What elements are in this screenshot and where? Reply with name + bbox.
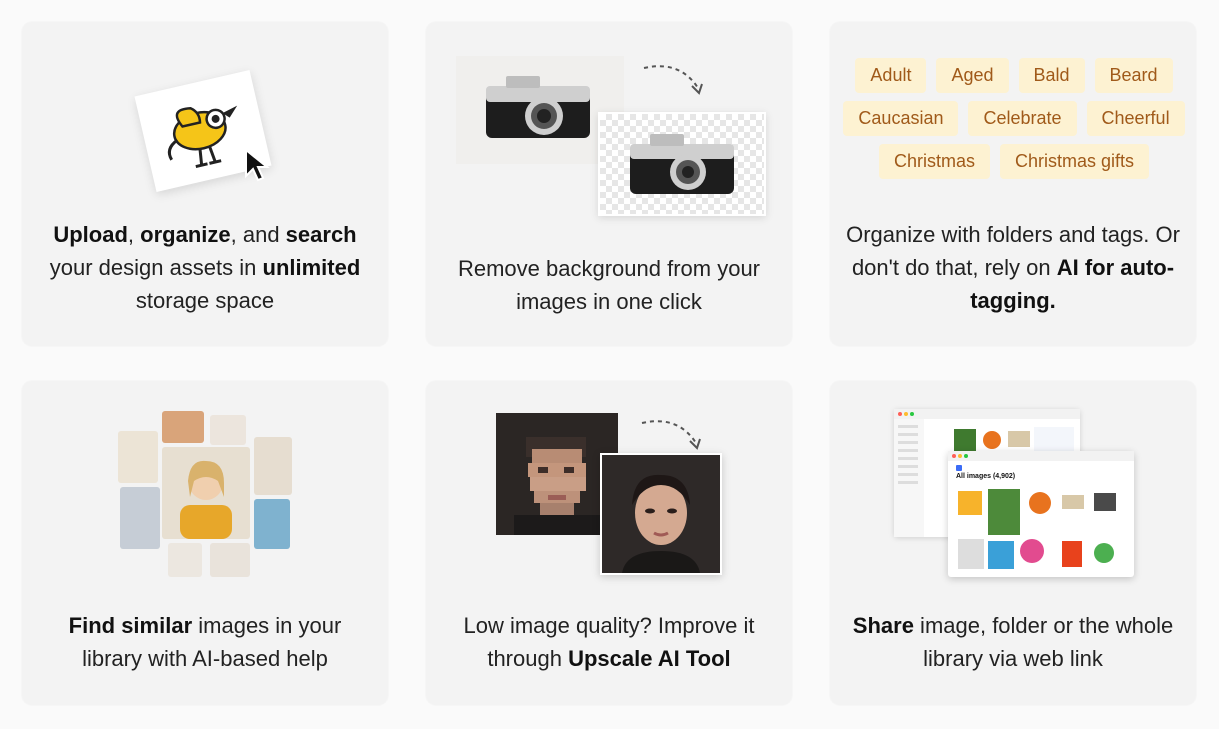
caption-text: , and: [230, 222, 286, 247]
person-photo-main: [162, 447, 250, 539]
person-photo: [168, 543, 202, 577]
face-icon: [602, 455, 720, 573]
app-window-icon: [948, 451, 1134, 569]
caption-text: unlimited: [262, 255, 361, 280]
tag-chip: Bald: [1018, 58, 1085, 93]
person-icon: [180, 460, 232, 539]
tag-chip: Adult: [855, 58, 927, 93]
feature-caption: Remove background from your images in on…: [426, 252, 792, 318]
person-photo: [210, 415, 246, 445]
mouse-cursor-icon: [245, 148, 270, 182]
tag-chip: Cheerful: [1086, 101, 1185, 136]
caption-text: storage space: [135, 288, 275, 313]
feature-caption: Find similar images in your library with…: [22, 609, 388, 675]
person-photo: [120, 487, 160, 549]
tag-chip: Celebrate: [968, 101, 1077, 136]
feature-card-share: All images (4,902) Share image, folder o…: [830, 381, 1196, 705]
tag-chip: Beard: [1094, 58, 1173, 93]
tag-cloud: Adult Aged Bald Beard Caucasian Celebrat…: [843, 58, 1185, 187]
feature-card-auto-tagging: Adult Aged Bald Beard Caucasian Celebrat…: [830, 22, 1196, 346]
feature-card-upscale: Low image quality? Improve it through Up…: [426, 381, 792, 705]
caption-text: image, folder or the whole library via w…: [913, 613, 1174, 671]
caption-text: Upload: [53, 222, 128, 247]
tag-chip: Christmas: [878, 144, 990, 179]
caption-text: Find similar: [68, 613, 193, 638]
feature-card-upload: Upload, organize, and search your design…: [22, 22, 388, 346]
tag-chip: Christmas gifts: [999, 144, 1150, 179]
feature-card-find-similar: Find similar images in your library with…: [22, 381, 388, 705]
caption-text: ,: [127, 222, 141, 247]
caption-text: Upscale AI Tool: [568, 646, 731, 671]
camera-icon: [630, 134, 734, 194]
app-window-screenshot-front: All images (4,902): [948, 451, 1134, 577]
camera-cutout-photo: [598, 112, 766, 216]
person-photo: [162, 411, 204, 443]
tag-chip: Aged: [936, 58, 1009, 93]
caption-text: your design assets in: [49, 255, 263, 280]
app-window-title: All images (4,902): [956, 473, 1016, 480]
person-photo: [118, 431, 158, 483]
person-photo: [254, 499, 290, 549]
feature-caption: Organize with folders and tags. Or don't…: [830, 218, 1196, 317]
caption-text: Remove background from your images in on…: [457, 256, 761, 314]
curved-arrow-icon: [641, 420, 701, 450]
tag-row: Caucasian Celebrate Cheerful: [843, 101, 1185, 136]
tag-chip: Caucasian: [843, 101, 959, 136]
feature-card-remove-background: Remove background from your images in on…: [426, 22, 792, 346]
feature-caption: Upload, organize, and search your design…: [22, 218, 388, 317]
feature-caption: Share image, folder or the whole library…: [830, 609, 1196, 675]
person-photo: [254, 437, 292, 495]
upscaled-portrait: [600, 453, 722, 575]
caption-text: search: [285, 222, 357, 247]
person-photo: [210, 543, 250, 577]
tag-row: Christmas Christmas gifts: [844, 144, 1184, 179]
feature-caption: Low image quality? Improve it through Up…: [426, 609, 792, 675]
caption-text: Share: [852, 613, 914, 638]
caption-text: organize: [140, 222, 231, 247]
tag-row: Adult Aged Bald Beard: [844, 58, 1184, 93]
curved-arrow-icon: [643, 65, 703, 95]
